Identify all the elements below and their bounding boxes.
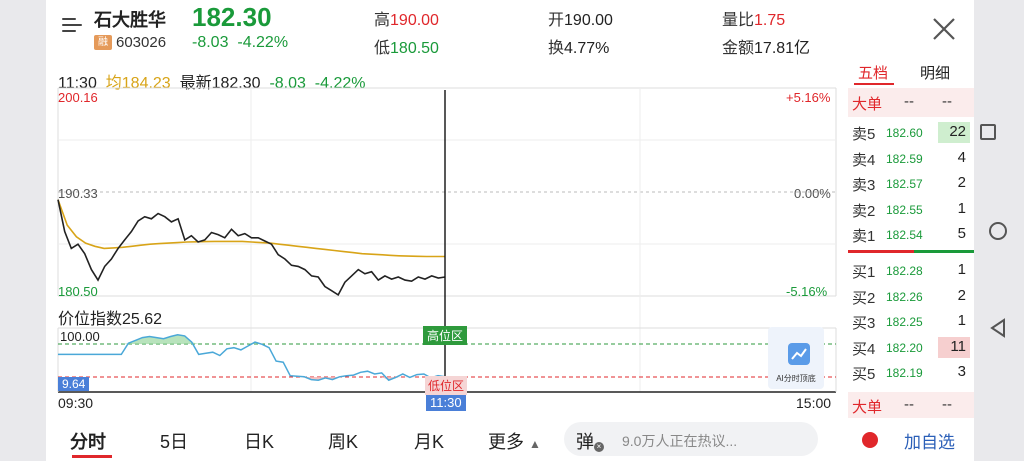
big-order-row: 大单 -- --	[848, 88, 974, 117]
level-volume: 4	[957, 148, 966, 166]
close-icon[interactable]	[932, 17, 956, 41]
y-min-label: 180.50	[58, 284, 98, 299]
order-book-row: 买1 182.28 1	[848, 258, 970, 283]
level-volume: 11	[950, 337, 966, 355]
pct-top-label: +5.16%	[786, 90, 831, 105]
tab-intraday-underline	[72, 455, 112, 458]
stock-detail-screen: 石大胜华 融 603026 182.30 -8.03 -4.22% 高190.0…	[46, 0, 974, 461]
ai-chart-icon	[788, 343, 810, 365]
y-max-label: 200.16	[58, 90, 98, 105]
x-cursor-label: 11:30	[426, 395, 466, 411]
tab-active-underline	[854, 83, 894, 85]
level-label: 卖3	[852, 177, 876, 195]
level-price: 182.28	[886, 264, 923, 278]
hot-discussion-text: 9.0万人正在热议...	[622, 433, 738, 449]
level-label: 卖2	[852, 202, 876, 220]
close-small-icon[interactable]: ×	[594, 442, 604, 452]
tab-details[interactable]: 明细	[920, 62, 950, 83]
big-order-dash: --	[942, 93, 952, 110]
order-book-row: 买3 182.25 1	[848, 309, 970, 334]
price-chart[interactable]	[46, 0, 846, 420]
low-zone-badge: 低位区	[425, 376, 468, 395]
level-volume: 22	[949, 123, 966, 140]
order-book: 五档 明细 大单 -- -- 卖5 182.60 22 卖4 182.59 4 卖3 182.…	[848, 58, 974, 418]
level-price: 182.55	[886, 202, 923, 217]
level-label: 卖1	[852, 228, 876, 246]
ask-ratio-bar	[848, 250, 914, 253]
more-button[interactable]: 更多 ▲	[488, 428, 541, 454]
red-dot-icon	[862, 432, 878, 448]
big-order-dash: --	[904, 396, 914, 413]
tab-monthly-k[interactable]: 月K	[414, 428, 444, 454]
level-volume: 1	[957, 312, 966, 330]
x-end-label: 15:00	[796, 395, 832, 411]
y-mid-label: 190.33	[58, 186, 98, 201]
order-book-row: 卖5 182.60 22	[848, 120, 970, 145]
order-book-row: 卖3 182.57 2	[848, 171, 970, 196]
level-volume: 5	[957, 225, 966, 243]
level-price: 182.19	[886, 366, 923, 381]
big-order-label: 大单	[852, 96, 883, 113]
ai-top-bottom-widget[interactable]: AI分时顶底	[768, 327, 824, 389]
caret-up-icon: ▲	[529, 437, 541, 451]
indicator-top-label: 100.00	[60, 329, 100, 344]
tab-intraday[interactable]: 分时	[70, 428, 106, 454]
bid-ratio-bar	[914, 250, 974, 253]
tab-5day[interactable]: 5日	[160, 428, 188, 454]
back-icon[interactable]	[989, 318, 1007, 338]
hot-discussion-bar[interactable]: 弹 × 9.0万人正在热议...	[564, 422, 818, 456]
home-icon[interactable]	[989, 222, 1007, 240]
level-volume: 1	[957, 199, 966, 217]
tab-daily-k[interactable]: 日K	[244, 428, 274, 454]
level-label: 买1	[852, 264, 876, 281]
level-label: 买4	[852, 340, 876, 358]
order-book-row: 卖1 182.54 5	[848, 222, 970, 247]
pct-mid-label: 0.00%	[794, 186, 831, 201]
level-price: 182.59	[886, 151, 923, 166]
level-label: 卖4	[852, 151, 876, 169]
high-zone-badge: 高位区	[423, 326, 468, 345]
level-volume: 3	[957, 363, 966, 381]
recent-apps-icon[interactable]	[980, 124, 996, 140]
order-book-row: 买2 182.26 2	[848, 284, 970, 309]
level-volume: 2	[957, 286, 966, 304]
tab-five-levels[interactable]: 五档	[858, 62, 888, 83]
x-start-label: 09:30	[58, 395, 94, 411]
order-book-row: 卖4 182.59 4	[848, 146, 970, 171]
big-order-dash: --	[904, 93, 914, 110]
level-label: 买2	[852, 289, 876, 307]
level-volume: 2	[957, 174, 966, 192]
level-label: 买5	[852, 366, 876, 384]
danmu-toggle[interactable]: 弹	[576, 428, 594, 454]
big-order-dash: --	[942, 396, 952, 413]
order-book-row: 买5 182.19 3	[848, 360, 970, 385]
order-book-row: 卖2 182.55 1	[848, 197, 970, 222]
pct-bottom-label: -5.16%	[786, 284, 828, 299]
ai-widget-label: AI分时顶底	[776, 374, 816, 383]
tab-weekly-k[interactable]: 周K	[328, 428, 358, 454]
level-price: 182.26	[886, 289, 923, 304]
big-order-label: 大单	[852, 399, 883, 416]
big-order-row-2: 大单 -- --	[848, 392, 974, 418]
indicator-title: 价位指数25.62	[58, 311, 163, 328]
level-price: 182.25	[886, 315, 923, 330]
level-volume: 1	[957, 261, 966, 278]
order-book-row: 买4 182.20 11	[848, 335, 970, 360]
indicator-current-badge: 9.64	[58, 377, 90, 391]
level-price: 182.60	[886, 126, 923, 140]
level-label: 买3	[852, 315, 876, 333]
level-label: 卖5	[852, 126, 876, 143]
add-watchlist-button[interactable]: 加自选	[904, 428, 955, 453]
level-price: 182.20	[886, 340, 923, 355]
level-price: 182.57	[886, 177, 923, 192]
level-price: 182.54	[886, 228, 923, 243]
